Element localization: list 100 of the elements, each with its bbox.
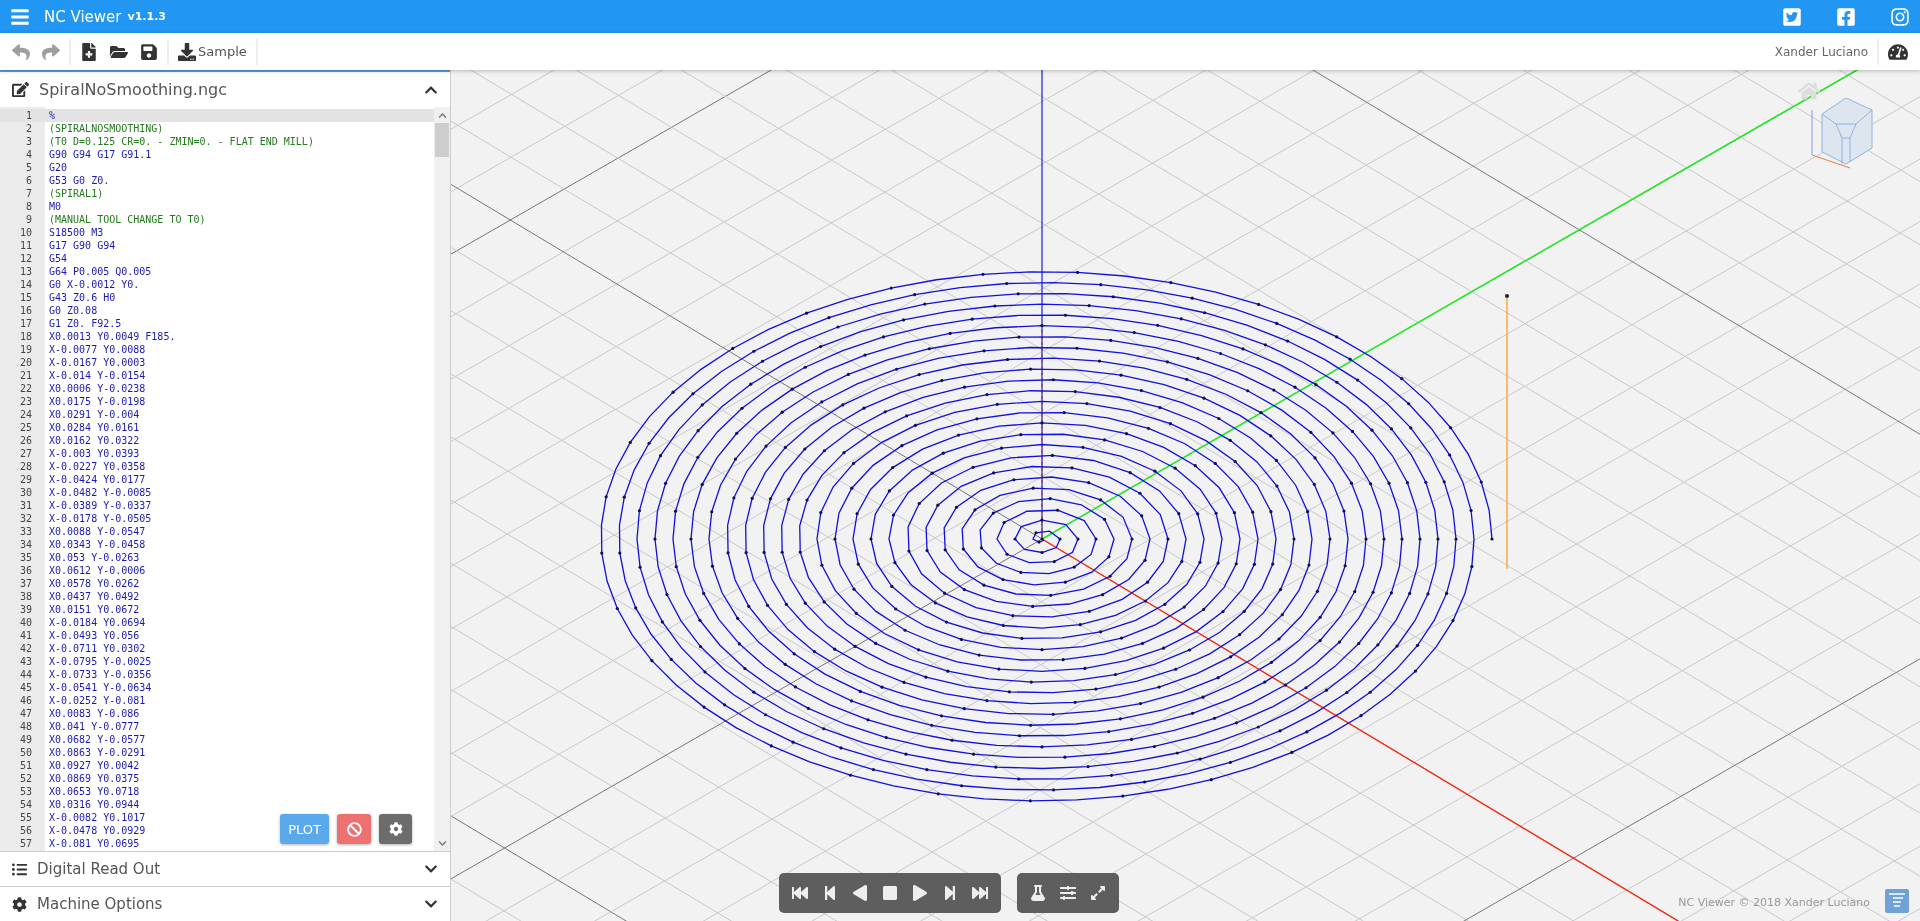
- step-back-icon: [822, 885, 838, 901]
- line-number: 34: [18, 539, 32, 550]
- code-text: G43 Z0.6 H0: [49, 292, 116, 303]
- line-number: 14: [18, 279, 32, 290]
- line-number: 55: [18, 812, 32, 823]
- code-text: %: [49, 110, 56, 121]
- line-number: 25: [18, 422, 32, 433]
- line-number: 12: [18, 253, 32, 264]
- line-number: 27: [18, 448, 32, 459]
- code-text: X0.0151 Y0.0672: [49, 604, 140, 615]
- line-number: 6: [24, 175, 32, 186]
- panel-title[interactable]: Digital Read Out: [37, 860, 414, 878]
- code-text: (T0 D=0.125 CR=0. - ZMIN=0. - FLAT END MILL): [49, 136, 314, 147]
- line-number: 16: [18, 305, 32, 316]
- scroll-thumb[interactable]: [435, 123, 449, 157]
- line-number: 54: [18, 799, 32, 810]
- speedometer-icon: [1888, 41, 1908, 62]
- code-text: X0.0437 Y0.0492: [49, 591, 140, 602]
- code-text: X0.0578 Y0.0262: [49, 578, 140, 589]
- line-number: 11: [18, 240, 32, 251]
- scroll-down-icon: [437, 838, 447, 848]
- code-text: X0.0343 Y-0.0458: [49, 539, 146, 550]
- code-text: (SPIRAL1): [49, 188, 104, 199]
- play-icon: [912, 885, 928, 901]
- scrollbar[interactable]: [434, 107, 450, 851]
- gear-icon: [12, 896, 27, 912]
- line-number: 3: [24, 136, 32, 147]
- code-text: G54: [49, 253, 68, 264]
- line-number: 5: [24, 162, 32, 173]
- code-text: G0 X-0.0012 Y0.: [49, 279, 140, 290]
- line-number: 30: [18, 487, 32, 498]
- code-text: X0.0863 Y-0.0291: [49, 747, 146, 758]
- line-number: 41: [18, 630, 32, 641]
- line-number: 45: [18, 682, 32, 693]
- code-text: X-0.003 Y0.0393: [49, 448, 140, 459]
- line-number: 51: [18, 760, 32, 771]
- line-number: 35: [18, 552, 32, 563]
- line-number: 36: [18, 565, 32, 576]
- line-number: 19: [18, 344, 32, 355]
- code-text: X0.0653 Y0.0718: [49, 786, 140, 797]
- line-number: 57: [18, 838, 32, 849]
- toolpath-drawing[interactable]: [451, 70, 1920, 921]
- stop-icon: [882, 885, 898, 901]
- code-text: X-0.0493 Y0.056: [49, 630, 140, 641]
- code-text: G1 Z0. F92.5: [49, 318, 122, 329]
- code-text: X-0.0227 Y0.0358: [49, 461, 146, 472]
- panel-title[interactable]: Machine Options: [37, 895, 414, 913]
- code-text: X0.0006 Y-0.0238: [49, 383, 146, 394]
- file-name: SpiralNoSmoothing.ngc: [39, 80, 228, 99]
- menu-icon[interactable]: [10, 6, 30, 27]
- line-number: 42: [18, 643, 32, 654]
- line-number: 20: [18, 357, 32, 368]
- code-text: M0: [49, 201, 62, 212]
- line-number: 44: [18, 669, 32, 680]
- code-text: X0.0284 Y0.0161: [49, 422, 140, 433]
- line-number: 28: [18, 461, 32, 472]
- line-number: 8: [24, 201, 32, 212]
- step-forward-icon: [942, 885, 958, 901]
- line-number: 18: [18, 331, 32, 342]
- code-text: X0.0682 Y-0.0577: [49, 734, 146, 745]
- line-number: 10: [18, 227, 32, 238]
- line-number: 38: [18, 591, 32, 602]
- undo-icon: [12, 42, 30, 61]
- code-text: X0.0013 Y0.0049 F185.: [49, 331, 176, 342]
- code-text: G64 P0.005 Q0.005: [49, 266, 152, 277]
- code-text: X-0.014 Y-0.0154: [49, 370, 146, 381]
- code-text: X-0.0541 Y-0.0634: [49, 682, 152, 693]
- app-version: v1.1.3: [127, 10, 166, 23]
- twitter-icon[interactable]: [1782, 6, 1802, 27]
- code-text: X-0.0167 Y0.0003: [49, 357, 146, 368]
- line-number: 37: [18, 578, 32, 589]
- instagram-icon[interactable]: [1890, 6, 1910, 27]
- line-number: 23: [18, 396, 32, 407]
- file-plus-icon: [80, 42, 98, 61]
- code-text: G53 G0 Z0.: [49, 175, 110, 186]
- code-text: X0.053 Y-0.0263: [49, 552, 140, 563]
- copyright-text: NC Viewer © 2018 Xander Luciano: [1678, 896, 1870, 909]
- code-text: X-0.0424 Y0.0177: [49, 474, 146, 485]
- line-number: 2: [24, 123, 32, 134]
- line-number: 21: [18, 370, 32, 381]
- line-number: 40: [18, 617, 32, 628]
- line-number: 1: [24, 110, 32, 121]
- code-text: (MANUAL TOOL CHANGE TO T0): [49, 214, 206, 225]
- gear-icon: [388, 822, 403, 836]
- line-number: 31: [18, 500, 32, 511]
- code-text: X-0.0389 Y-0.0337: [49, 500, 152, 511]
- flask-icon: [1030, 885, 1046, 901]
- code-text: X0.0316 Y0.0944: [49, 799, 140, 810]
- sample-button[interactable]: Sample: [172, 38, 253, 65]
- code-text: X0.0869 Y0.0375: [49, 773, 140, 784]
- cancel-button[interactable]: [337, 814, 371, 844]
- line-number: 56: [18, 825, 32, 836]
- code-text: X-0.0795 Y-0.0025: [49, 656, 152, 667]
- facebook-icon[interactable]: [1836, 6, 1856, 27]
- code-text: X-0.0184 Y0.0694: [49, 617, 146, 628]
- code-text: G17 G90 G94: [49, 240, 116, 251]
- settings-button[interactable]: [379, 814, 412, 844]
- line-number: 9: [24, 214, 32, 225]
- line-number: 4: [24, 149, 32, 160]
- line-number: 49: [18, 734, 32, 745]
